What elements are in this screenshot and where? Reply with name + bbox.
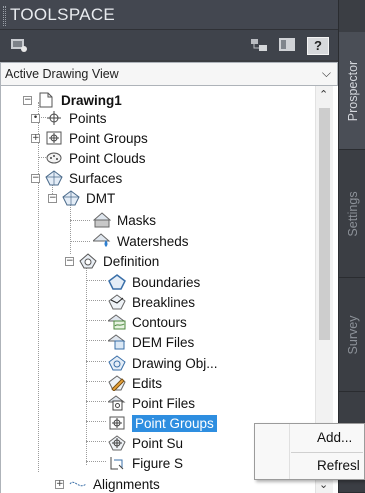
point-groups-icon bbox=[109, 416, 125, 430]
edits-pencil-icon bbox=[108, 375, 126, 391]
point-survey-icon bbox=[108, 435, 126, 451]
tree-item-figure-survey[interactable]: Figure S bbox=[108, 453, 183, 473]
points-icon bbox=[47, 111, 61, 125]
definition-icon bbox=[79, 253, 97, 269]
collapse-icon[interactable]: − bbox=[31, 173, 40, 183]
context-menu: Add... Refresl bbox=[254, 423, 365, 480]
tree-item-drawing-objects[interactable]: Drawing Obj... bbox=[108, 353, 218, 373]
tree-item-breaklines[interactable]: Breaklines bbox=[108, 292, 195, 312]
item-view-icon[interactable] bbox=[250, 37, 268, 52]
window-title: TOOLSPACE bbox=[10, 5, 116, 24]
tree-item-points[interactable]: • Points bbox=[31, 108, 107, 128]
toolspace-titlebar[interactable]: TOOLSPACE bbox=[0, 0, 338, 30]
tree-item-contours[interactable]: Contours bbox=[108, 312, 187, 332]
tree-item-edits[interactable]: Edits bbox=[108, 373, 162, 393]
boundaries-icon bbox=[108, 274, 126, 290]
tree-item-definition[interactable]: − Definition bbox=[65, 251, 159, 271]
tree-item-point-files[interactable]: Point Files bbox=[108, 393, 195, 413]
tree-item-surfaces[interactable]: − Surfaces bbox=[31, 168, 122, 188]
preview-toggle-icon[interactable] bbox=[10, 37, 28, 52]
masks-icon bbox=[93, 212, 111, 228]
tree-item-dmt[interactable]: − DMT bbox=[48, 188, 115, 208]
surfaces-icon bbox=[45, 170, 63, 186]
collapse-icon[interactable]: − bbox=[23, 95, 32, 105]
collapse-icon[interactable]: − bbox=[48, 193, 57, 203]
tree-item-point-clouds[interactable]: Point Clouds bbox=[45, 148, 146, 168]
tree-item-boundaries[interactable]: Boundaries bbox=[108, 272, 200, 292]
scroll-thumb[interactable] bbox=[319, 108, 330, 340]
contours-icon bbox=[108, 314, 126, 330]
point-files-icon bbox=[108, 395, 126, 411]
drag-grip[interactable] bbox=[3, 6, 6, 26]
expand-icon[interactable]: • bbox=[31, 113, 40, 123]
menu-item-add[interactable]: Add... bbox=[255, 425, 365, 451]
breaklines-icon bbox=[108, 294, 126, 310]
tab-prospector[interactable]: Prospector bbox=[339, 32, 365, 150]
help-button[interactable]: ? bbox=[307, 37, 329, 55]
menu-item-refresh[interactable]: Refresl bbox=[255, 453, 365, 479]
drawing-objects-icon bbox=[108, 355, 126, 371]
view-selector-value: Active Drawing View bbox=[5, 67, 119, 81]
expand-icon[interactable]: + bbox=[31, 133, 40, 143]
point-clouds-icon bbox=[46, 152, 62, 164]
expand-icon[interactable]: + bbox=[55, 479, 64, 489]
tree-item-definition-point-groups[interactable]: Point Groups bbox=[108, 413, 217, 433]
tab-survey[interactable]: Survey bbox=[339, 278, 365, 392]
tree-item-drawing1[interactable]: − Drawing1 bbox=[23, 90, 122, 110]
alignments-icon bbox=[69, 481, 87, 487]
side-tabs: Prospector Settings Survey bbox=[338, 0, 365, 493]
toolbar: ? bbox=[0, 30, 338, 60]
tree-item-watersheds[interactable]: Watersheds bbox=[93, 231, 189, 251]
tree-item-point-survey[interactable]: Point Su bbox=[108, 433, 183, 453]
figure-survey-icon bbox=[110, 457, 124, 470]
scroll-up-arrow-icon[interactable]: ⌃ bbox=[319, 88, 328, 101]
watersheds-icon bbox=[93, 233, 111, 247]
tree-item-alignments[interactable]: + Alignments bbox=[55, 474, 160, 493]
tree-item-masks[interactable]: Masks bbox=[93, 210, 156, 230]
chevron-down-icon: ⌵ bbox=[321, 66, 331, 80]
drawing-document-icon bbox=[39, 92, 53, 108]
list-view-icon[interactable] bbox=[278, 37, 296, 52]
point-groups-icon bbox=[46, 131, 62, 145]
view-selector-dropdown[interactable]: Active Drawing View ⌵ bbox=[0, 62, 338, 86]
collapse-icon[interactable]: − bbox=[65, 256, 74, 266]
surface-dmt-icon bbox=[62, 190, 80, 206]
tree-item-point-groups[interactable]: + Point Groups bbox=[31, 128, 148, 148]
tab-settings[interactable]: Settings bbox=[339, 150, 365, 278]
dem-files-icon bbox=[108, 334, 126, 350]
tree-item-dem-files[interactable]: DEM Files bbox=[108, 332, 194, 352]
